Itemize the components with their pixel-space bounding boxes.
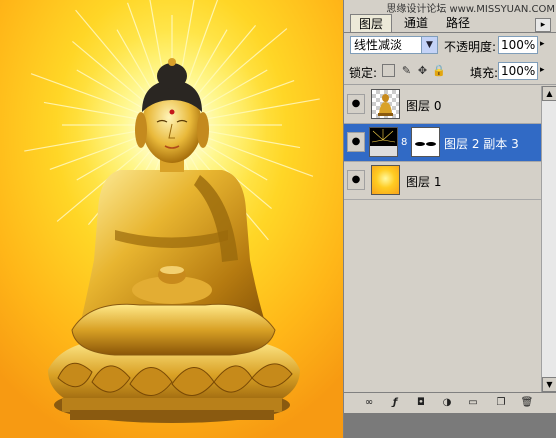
new-layer-icon[interactable]: ❐ bbox=[494, 396, 508, 410]
document-canvas[interactable] bbox=[0, 0, 343, 438]
scroll-up-icon[interactable]: ▲ bbox=[542, 86, 556, 101]
palette-tab-bar: 思缘设计论坛 www.MISSYUAN.COM 图层 通道 路径 ▸ bbox=[344, 0, 556, 33]
fill-slider-arrow-icon[interactable]: ▸ bbox=[540, 65, 545, 75]
delete-layer-icon[interactable]: 🗑 bbox=[520, 396, 534, 410]
opacity-label: 不透明度: bbox=[444, 40, 497, 54]
layer-thumbnail bbox=[371, 89, 400, 119]
new-group-icon[interactable]: ▭ bbox=[466, 396, 480, 410]
palette-menu-button[interactable]: ▸ bbox=[535, 18, 551, 32]
blend-mode-value: 线性减淡 bbox=[354, 38, 403, 52]
layer-row[interactable]: ● 8 图层 2 副本 3 bbox=[344, 124, 541, 162]
lock-label: 锁定: bbox=[349, 66, 378, 80]
tab-channels[interactable]: 通道 bbox=[396, 14, 436, 32]
tab-layers[interactable]: 图层 bbox=[350, 14, 393, 32]
layer-mask-thumbnail[interactable] bbox=[411, 127, 440, 157]
layer-name: 图层 1 bbox=[406, 175, 442, 189]
blend-opacity-row: 线性减淡 ▼ 不透明度: 100% ▸ bbox=[344, 33, 556, 57]
eye-icon[interactable]: ● bbox=[347, 132, 365, 152]
layers-palette: 思缘设计论坛 www.MISSYUAN.COM 图层 通道 路径 ▸ 线性减淡 … bbox=[343, 0, 556, 438]
tab-paths[interactable]: 路径 bbox=[438, 14, 478, 32]
layer-row[interactable]: ● 图层 0 bbox=[344, 86, 541, 124]
palette-dock-area bbox=[344, 413, 556, 438]
opacity-input[interactable]: 100% bbox=[498, 36, 538, 54]
chevron-down-icon[interactable]: ▼ bbox=[421, 37, 437, 53]
palette-bottom-bar: ∞ ƒ ◘ ◑ ▭ ❐ 🗑 bbox=[344, 392, 556, 413]
scroll-down-icon[interactable]: ▼ bbox=[542, 377, 556, 392]
layers-list: ● 图层 0 ● 8 图层 2 副本 3 ● 图层 1 bbox=[344, 86, 541, 392]
lock-transparency-icon[interactable] bbox=[382, 64, 395, 77]
layer-thumbnail bbox=[369, 127, 398, 157]
lock-brush-icon[interactable]: ✎ bbox=[400, 64, 413, 77]
eye-icon[interactable]: ● bbox=[347, 170, 365, 190]
watermark-text: 思缘设计论坛 www.MISSYUAN.COM bbox=[386, 4, 555, 15]
adjustment-layer-icon[interactable]: ◑ bbox=[440, 396, 454, 410]
blend-mode-select[interactable]: 线性减淡 ▼ bbox=[350, 36, 438, 54]
lock-move-icon[interactable]: ✥ bbox=[416, 64, 429, 77]
fill-input[interactable]: 100% bbox=[498, 62, 538, 80]
add-mask-icon[interactable]: ◘ bbox=[414, 396, 428, 410]
layers-scrollbar[interactable]: ▲ ▼ bbox=[541, 86, 556, 392]
opacity-slider-arrow-icon[interactable]: ▸ bbox=[540, 39, 545, 49]
buddha-image bbox=[0, 0, 343, 438]
layer-thumbnail bbox=[371, 165, 400, 195]
link-layers-icon[interactable]: ∞ bbox=[362, 396, 376, 410]
lock-all-icon[interactable]: 🔒 bbox=[432, 64, 446, 77]
layer-row[interactable]: ● 图层 1 bbox=[344, 162, 541, 200]
link-icon[interactable]: 8 bbox=[401, 137, 407, 148]
lock-fill-row: 锁定: ✎ ✥ 🔒 填充: 100% ▸ bbox=[344, 58, 556, 85]
eye-icon[interactable]: ● bbox=[347, 94, 365, 114]
fill-label: 填充: bbox=[470, 66, 499, 80]
layer-style-icon[interactable]: ƒ bbox=[388, 396, 402, 410]
layer-name: 图层 2 副本 3 bbox=[444, 137, 519, 151]
menu-arrow-icon: ▸ bbox=[540, 20, 546, 30]
layer-name: 图层 0 bbox=[406, 99, 442, 113]
